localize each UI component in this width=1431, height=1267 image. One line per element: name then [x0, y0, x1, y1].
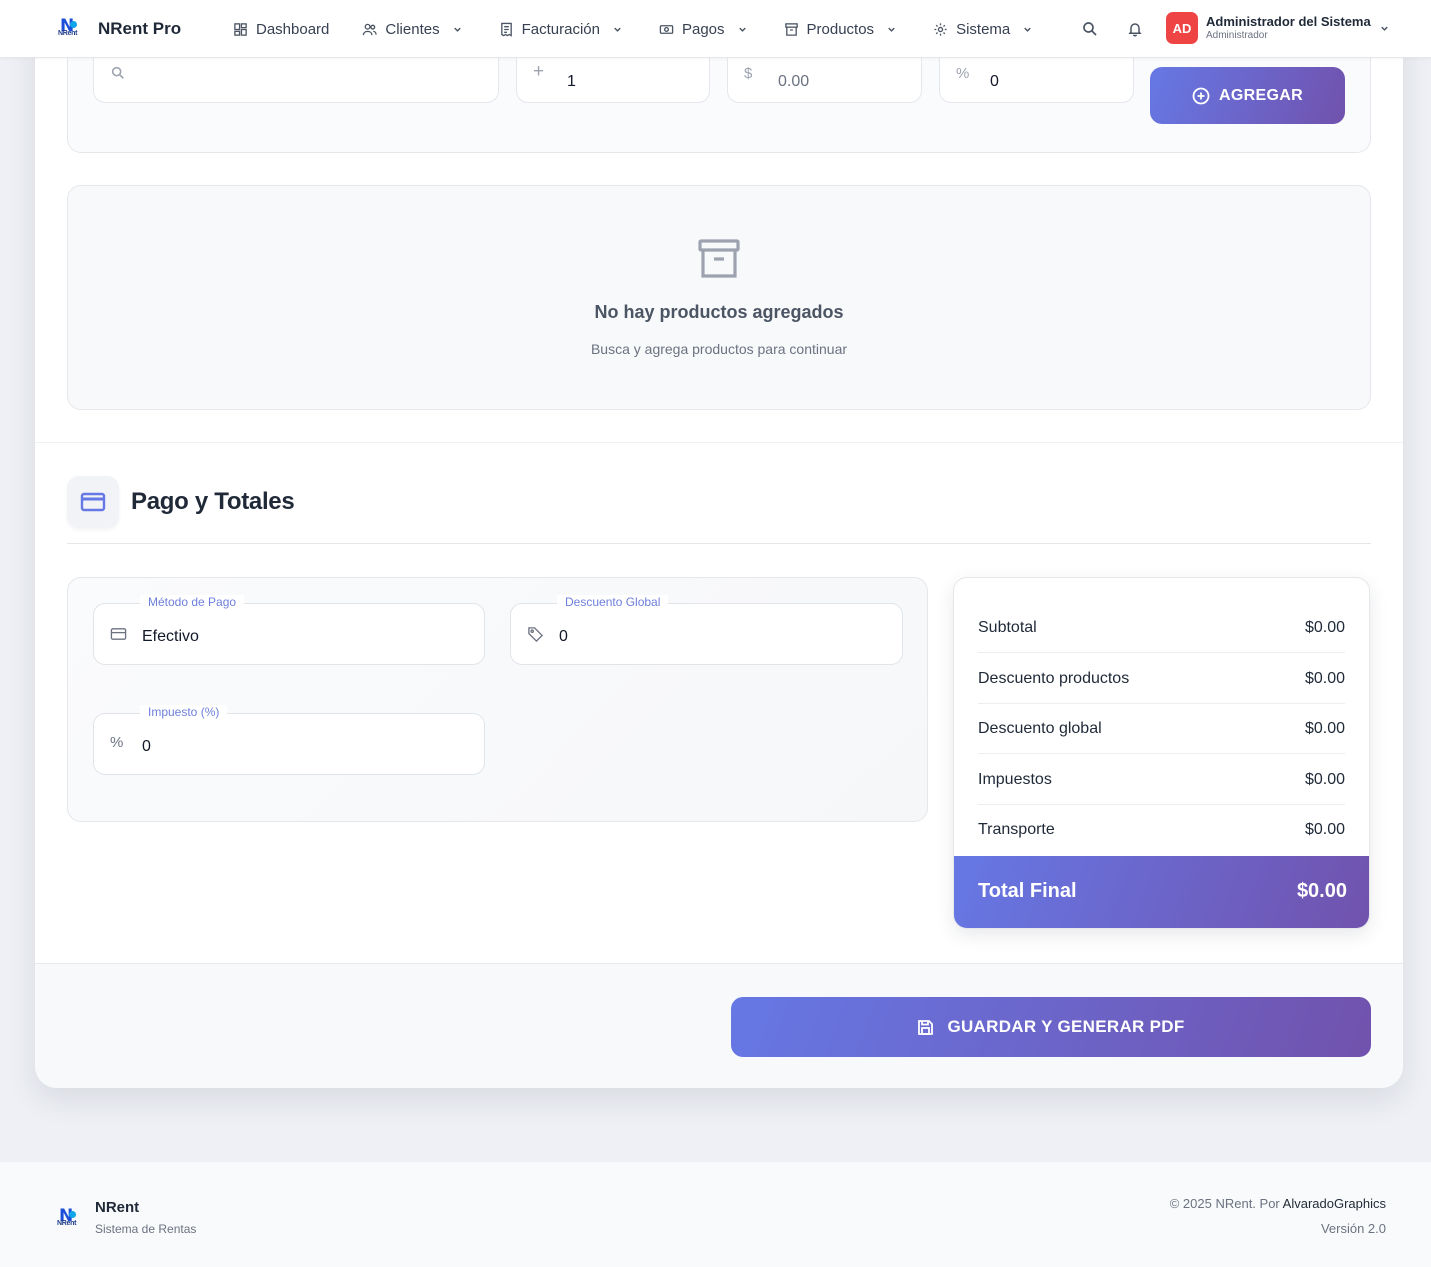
nav-item-pagos[interactable]: Pagos — [659, 0, 748, 58]
payment-method-select[interactable]: Método de Pago Efectivo — [93, 595, 485, 665]
empty-subtitle: Busca y agrega productos para continuar — [590, 341, 848, 357]
nav-item-productos[interactable]: Productos — [784, 0, 898, 58]
save-icon — [918, 1019, 934, 1035]
credit-card-icon — [110, 628, 127, 640]
chevron-down-icon — [1024, 27, 1032, 32]
footer-copyright: © 2025 NRent. Por AlvaradoGraphics — [1169, 1196, 1386, 1211]
brand-name: NRent Pro — [98, 19, 182, 38]
brand[interactable]: N NRent NRent Pro — [58, 16, 181, 42]
chevron-down-icon — [614, 27, 621, 32]
nav-item-clientes[interactable]: Clientes — [362, 0, 462, 58]
users-icon — [363, 23, 378, 35]
percent-icon: % — [110, 734, 124, 751]
discount-field[interactable]: % 0 — [939, 57, 1134, 103]
quantity-field[interactable]: + 1 — [516, 57, 710, 103]
totals-row: Descuento productos $0.00 — [978, 654, 1345, 704]
totals-row: Impuestos $0.00 — [978, 755, 1345, 805]
totals-row: Subtotal $0.00 — [978, 603, 1345, 653]
nav-item-dashboard[interactable]: Dashboard — [233, 0, 329, 58]
chevron-down-icon[interactable] — [1379, 23, 1390, 34]
plus-circle-icon — [1192, 87, 1210, 104]
totals-row: Descuento global $0.00 — [978, 704, 1345, 754]
money-icon — [659, 24, 674, 34]
payment-options-panel: Método de Pago Efectivo Descuento Global… — [67, 577, 928, 822]
footer-version: Versión 2.0 — [1320, 1221, 1386, 1236]
dashboard-icon — [234, 22, 247, 36]
price-field[interactable]: $ 0.00 — [727, 57, 922, 103]
chevron-down-icon — [738, 27, 746, 32]
section-title: Pago y Totales — [131, 488, 295, 515]
receipt-icon — [500, 22, 512, 37]
tax-field[interactable]: Impuesto (%) % 0 — [93, 705, 485, 775]
nav-item-sistema[interactable]: Sistema — [933, 0, 1033, 58]
add-product-button[interactable]: AGREGAR — [1150, 67, 1345, 124]
tag-icon — [528, 627, 544, 643]
bell-icon[interactable] — [1126, 20, 1144, 38]
avatar[interactable]: AD — [1166, 12, 1198, 44]
footer-subtitle: Sistema de Rentas — [95, 1222, 197, 1236]
user-role: Administrador — [1206, 30, 1268, 41]
archive-icon — [784, 22, 798, 36]
search-icon — [111, 66, 124, 79]
logo-icon: N NRent — [58, 16, 78, 37]
gear-icon — [934, 22, 947, 36]
archive-icon — [698, 239, 740, 278]
user-name[interactable]: Administrador del Sistema — [1206, 14, 1371, 29]
plus-icon: + — [533, 61, 545, 82]
author-link[interactable]: AlvaradoGraphics — [1283, 1196, 1386, 1211]
logo-icon: N NRent — [57, 1206, 77, 1227]
empty-products-panel: No hay productos agregados Busca y agreg… — [67, 185, 1371, 410]
product-search-field[interactable] — [93, 57, 499, 103]
totals-summary: Subtotal $0.00 Descuento productos $0.00… — [953, 577, 1370, 929]
section-divider — [67, 543, 1371, 544]
save-generate-pdf-button[interactable]: GUARDAR Y GENERAR PDF — [731, 997, 1371, 1057]
actions-bar: GUARDAR Y GENERAR PDF — [35, 963, 1403, 1088]
credit-card-icon — [67, 476, 119, 528]
search-icon[interactable] — [1081, 20, 1099, 38]
footer-name: NRent — [95, 1199, 140, 1216]
total-final: Total Final $0.00 — [954, 856, 1369, 928]
divider — [35, 442, 1403, 443]
page-footer: N NRent NRent Sistema de Rentas © 2025 NR… — [0, 1161, 1431, 1267]
percent-icon: % — [956, 65, 970, 82]
dollar-icon: $ — [744, 65, 753, 82]
global-discount-field[interactable]: Descuento Global 0 — [510, 595, 903, 665]
chevron-down-icon — [453, 27, 461, 32]
main-nav: Dashboard Clientes Facturación Pagos Pro… — [233, 0, 1033, 58]
totals-row: Transporte $0.00 — [978, 821, 1345, 838]
empty-title: No hay productos agregados — [594, 302, 844, 322]
top-navbar: N NRent NRent Pro Dashboard Clientes Fact… — [0, 0, 1431, 58]
invoice-card: + 1 $ 0.00 % 0 AGREGAR No hay productos … — [35, 0, 1403, 1088]
nav-item-facturacion[interactable]: Facturación — [499, 0, 623, 58]
chevron-down-icon — [888, 27, 895, 32]
